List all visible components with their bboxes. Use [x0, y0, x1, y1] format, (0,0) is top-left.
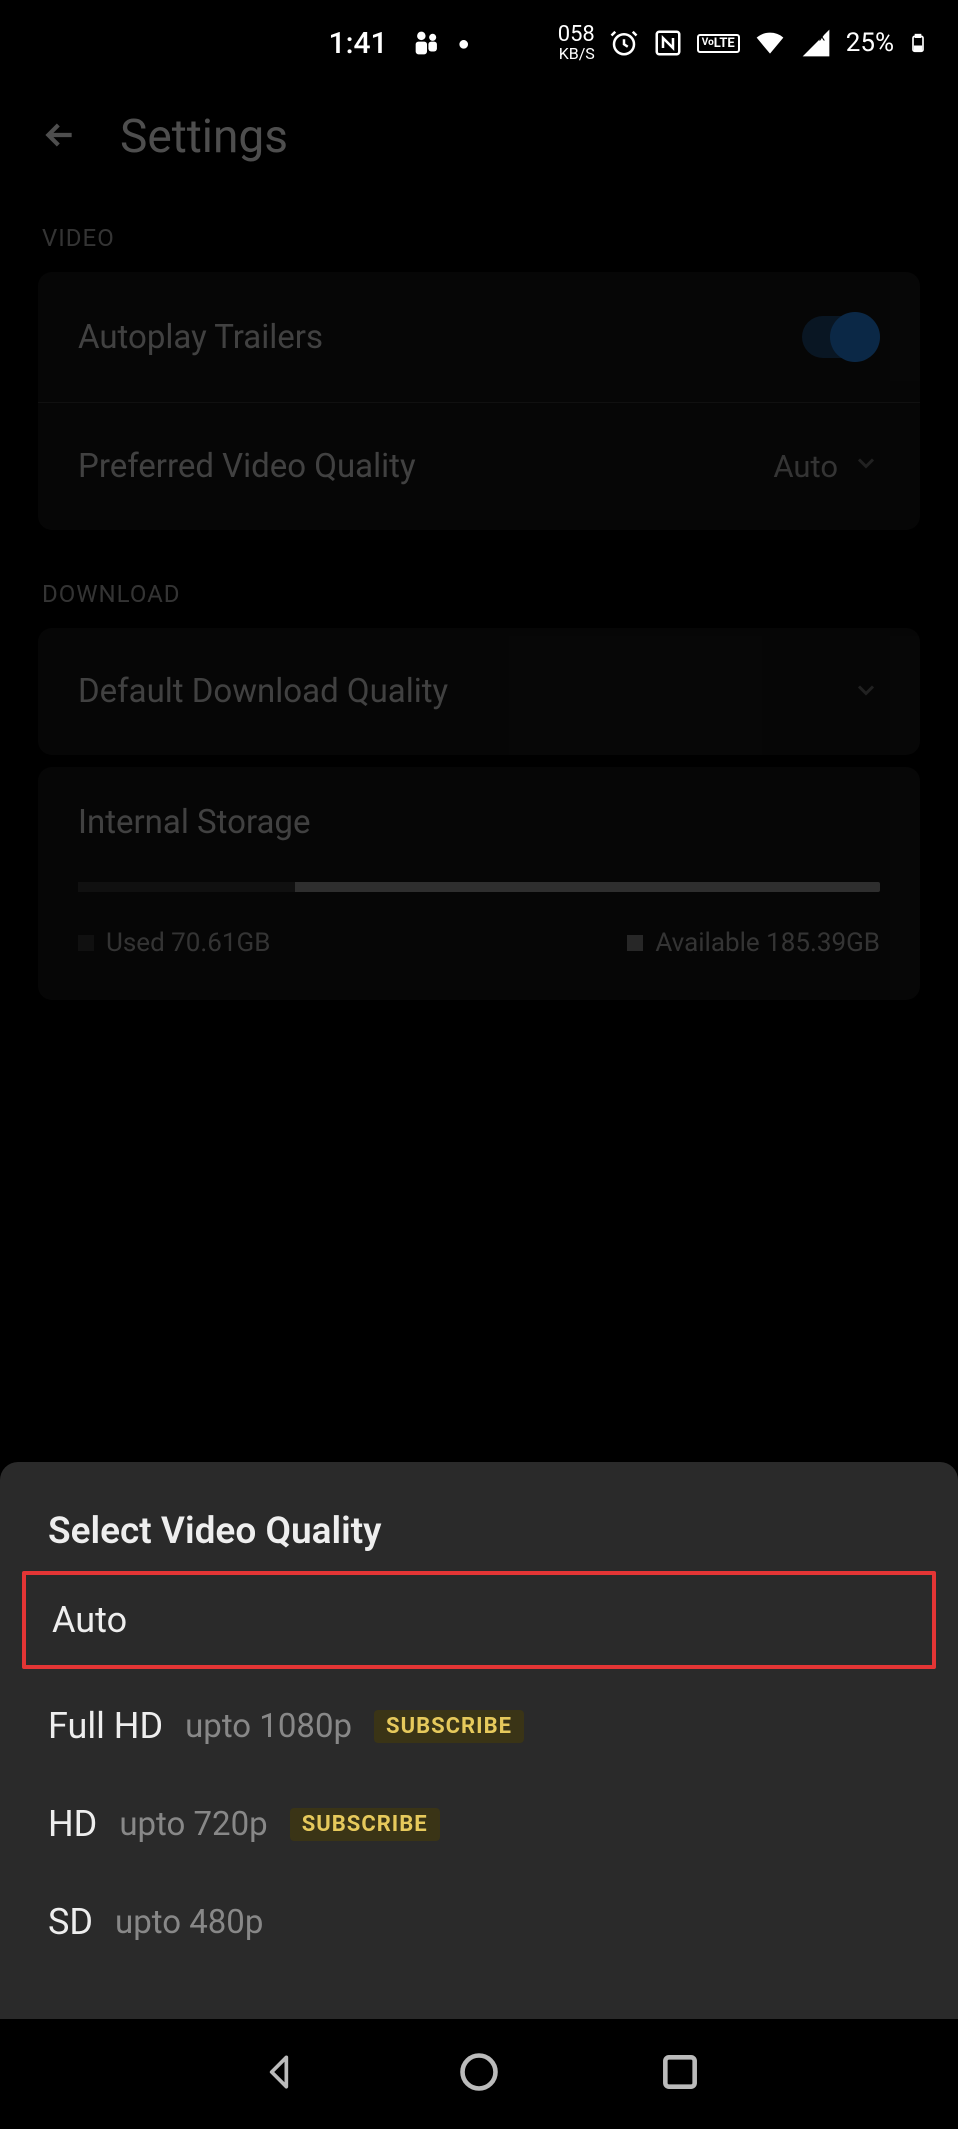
subscribe-badge: SUBSCRIBE [290, 1808, 440, 1841]
quality-option-fullhd[interactable]: Full HD upto 1080p SUBSCRIBE [0, 1677, 958, 1775]
video-quality-sheet: Select Video Quality Auto Full HD upto 1… [0, 1462, 958, 2019]
default-download-quality-row[interactable]: Default Download Quality [38, 628, 920, 755]
preferred-quality-label: Preferred Video Quality [78, 447, 416, 486]
alarm-icon [609, 28, 639, 58]
storage-title: Internal Storage [78, 803, 880, 842]
chevron-down-icon [852, 676, 880, 708]
back-arrow-icon[interactable] [40, 115, 80, 159]
preferred-quality-value: Auto [773, 448, 880, 485]
battery-icon [908, 26, 928, 60]
network-speed: 058 KB/S [558, 24, 595, 62]
quality-option-auto[interactable]: Auto [22, 1571, 936, 1669]
autoplay-toggle[interactable] [802, 316, 880, 358]
storage-bar [78, 882, 880, 892]
subscribe-badge: SUBSCRIBE [374, 1710, 524, 1743]
status-bar: 1:41 ● 058 KB/S VoLTE x 25% [0, 0, 958, 70]
section-label-video: VIDEO [0, 204, 958, 272]
storage-used-text: Used 70.61GB [106, 928, 270, 958]
autoplay-label: Autoplay Trailers [78, 318, 323, 357]
nav-home-button[interactable] [457, 2050, 501, 2098]
wifi-icon [754, 27, 786, 59]
video-settings-card: Autoplay Trailers Preferred Video Qualit… [38, 272, 920, 530]
nfc-icon [653, 28, 683, 58]
storage-card: Internal Storage Used 70.61GB Available … [38, 767, 920, 1000]
teams-icon [410, 26, 444, 60]
download-settings-card: Default Download Quality [38, 628, 920, 755]
storage-available-text: Available 185.39GB [655, 928, 880, 958]
chevron-down-icon [852, 448, 880, 485]
status-time: 1:41 [329, 26, 388, 61]
quality-option-hd[interactable]: HD upto 720p SUBSCRIBE [0, 1775, 958, 1873]
preferred-quality-row[interactable]: Preferred Video Quality Auto [38, 402, 920, 530]
dot-icon: ● [458, 31, 470, 56]
default-download-label: Default Download Quality [78, 672, 448, 711]
storage-legend: Used 70.61GB Available 185.39GB [78, 928, 880, 958]
battery-percent: 25% [846, 28, 894, 58]
section-label-download: DOWNLOAD [0, 560, 958, 628]
page-title: Settings [120, 110, 288, 164]
quality-option-sd[interactable]: SD upto 480p [0, 1873, 958, 1971]
autoplay-trailers-row[interactable]: Autoplay Trailers [38, 272, 920, 402]
nav-recent-button[interactable] [658, 2050, 702, 2098]
signal-icon: x [800, 27, 832, 59]
nav-back-button[interactable] [257, 2050, 301, 2098]
sheet-title: Select Video Quality [0, 1510, 958, 1563]
header: Settings [0, 70, 958, 204]
volte-icon: VoLTE [697, 34, 740, 53]
svg-text:x: x [818, 29, 825, 44]
navigation-bar [0, 2019, 958, 2129]
